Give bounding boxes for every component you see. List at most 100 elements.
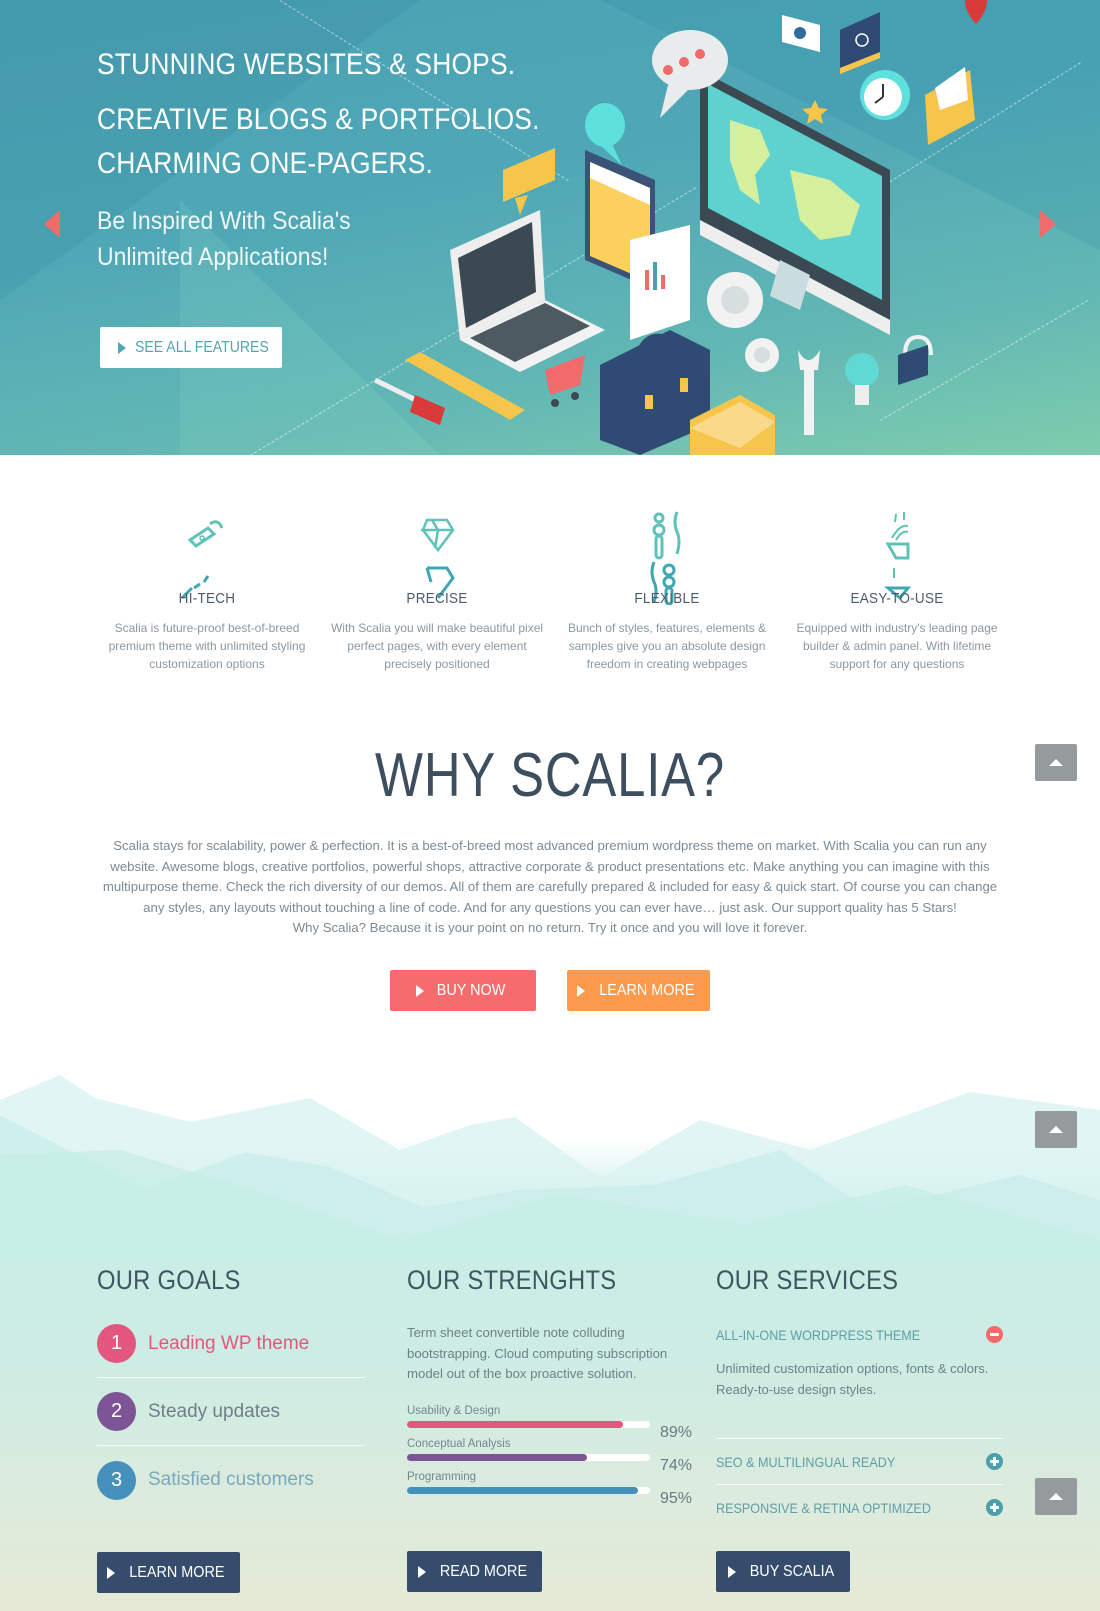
play-bubble-icon: [782, 15, 820, 52]
scroll-to-top-button[interactable]: [1035, 1111, 1077, 1148]
lightbulb-icon: [845, 353, 879, 405]
gear-icon: [707, 272, 779, 372]
feature-desc: Equipped with industry's leading page bu…: [796, 621, 998, 671]
skill-track: [407, 1453, 650, 1461]
clock-icon: [860, 70, 910, 120]
buy-now-button[interactable]: BUY NOW: [390, 970, 536, 1011]
goal-item: 2 Steady updates: [97, 1378, 365, 1446]
star-icon: [802, 100, 828, 124]
message-icon: [503, 148, 555, 215]
goal-label: Satisfied customers: [148, 1469, 314, 1490]
play-triangle-icon: [577, 984, 586, 997]
services-accordion: ALL-IN-ONE WORDPRESS THEME Unlimited cus…: [716, 1326, 1003, 1530]
feature-desc: Scalia is future-proof best-of-breed pre…: [108, 621, 306, 671]
why-text-line: any styles, any layouts without touching…: [143, 899, 957, 915]
accordion-title: SEO & MULTILINGUAL READY: [716, 1453, 896, 1470]
feature-title: EASY-TO-USE: [850, 590, 944, 607]
skill-bar: Conceptual Analysis 74%: [407, 1437, 692, 1474]
skill-fill: [407, 1453, 587, 1461]
feature-title: PRECISE: [406, 590, 468, 607]
play-triangle-icon: [416, 984, 425, 997]
buy-scalia-label: BUY SCALIA: [749, 1562, 834, 1580]
skill-name: Programming: [407, 1470, 477, 1483]
skill-fill: [407, 1486, 638, 1494]
skills-list: Usability & Design 89% Conceptual Analys…: [407, 1404, 692, 1507]
features-row: HI-TECH Scalia is future-proof best-of-b…: [92, 510, 1012, 673]
skill-name: Usability & Design: [407, 1404, 501, 1417]
skill-fill: [407, 1420, 624, 1428]
why-scalia-heading: WHY SCALIA?: [375, 741, 725, 810]
feature-easy-to-use: EASY-TO-USE Equipped with industry's lea…: [782, 510, 1012, 673]
plus-circle-icon[interactable]: [986, 1453, 1003, 1470]
laptop-icon: [450, 210, 605, 372]
our-strengths-heading: OUR STRENGHTS: [407, 1265, 617, 1295]
read-more-label: READ MORE: [439, 1562, 527, 1580]
accordion-header-all-in-one[interactable]: ALL-IN-ONE WORDPRESS THEME: [716, 1326, 1003, 1343]
read-more-button[interactable]: READ MORE: [407, 1551, 542, 1592]
skill-bar: Usability & Design 89%: [407, 1404, 692, 1441]
accordion-content-line: Ready-to-use design styles.: [716, 1381, 877, 1397]
feature-flexible: FLEXIBLE Bunch of styles, features, elem…: [552, 510, 782, 673]
our-services-heading: OUR SERVICES: [716, 1265, 899, 1295]
plus-circle-icon[interactable]: [986, 1499, 1003, 1516]
goal-number-badge: 1: [97, 1324, 136, 1363]
scroll-to-top-button[interactable]: [1035, 744, 1077, 781]
play-triangle-icon: [727, 1565, 736, 1578]
our-goals-heading: OUR GOALS: [97, 1265, 241, 1295]
accordion-title: RESPONSIVE & RETINA OPTIMIZED: [716, 1499, 931, 1516]
accordion-content: Unlimited customization options, fonts &…: [716, 1359, 1003, 1400]
strengths-description: Term sheet convertible note colluding bo…: [407, 1325, 668, 1381]
mountains-decoration: [0, 1075, 1100, 1260]
accordion-title: ALL-IN-ONE WORDPRESS THEME: [716, 1326, 921, 1343]
buy-now-label: BUY NOW: [437, 981, 506, 999]
feature-precise: PRECISE With Scalia you will make beauti…: [322, 510, 552, 673]
report-document-icon: [630, 225, 690, 340]
why-text-line: multipurpose theme. Check the rich diver…: [102, 879, 998, 894]
cart-icon: [545, 355, 585, 407]
feature-hi-tech: HI-TECH Scalia is future-proof best-of-b…: [92, 510, 322, 673]
play-triangle-icon: [118, 341, 126, 354]
why-text-line: Why Scalia? Because it is your point on …: [292, 920, 808, 935]
goals-list: 1 Leading WP theme 2 Steady updates 3 Sa…: [97, 1310, 365, 1514]
learn-more-label: LEARN MORE: [599, 981, 695, 999]
why-scalia-text: Scalia stays for scalability, power & pe…: [95, 836, 1005, 939]
buy-scalia-button[interactable]: BUY SCALIA: [716, 1551, 850, 1592]
hero-illustration: [373, 0, 987, 455]
skill-track: [407, 1420, 650, 1428]
accordion-header-seo[interactable]: SEO & MULTILINGUAL READY: [716, 1439, 1003, 1484]
play-triangle-icon: [417, 1565, 426, 1578]
feature-title: FLEXIBLE: [634, 590, 700, 607]
feature-desc: Bunch of styles, features, elements & sa…: [567, 621, 767, 671]
our-strengths-section: OUR STRENGHTS Term sheet convertible not…: [407, 1265, 692, 1507]
feature-desc: With Scalia you will make beautiful pixe…: [330, 621, 544, 671]
hero-slider: STUNNING WEBSITES & SHOPS. CREATIVE BLOG…: [0, 0, 1100, 455]
our-goals-section: OUR GOALS 1 Leading WP theme 2 Steady up…: [97, 1265, 367, 1514]
scroll-to-top-button[interactable]: [1035, 1478, 1077, 1515]
accordion-header-responsive[interactable]: RESPONSIVE & RETINA OPTIMIZED: [716, 1485, 1003, 1530]
video-player-icon: [840, 12, 880, 74]
goal-label: Steady updates: [148, 1400, 281, 1422]
goal-number-badge: 3: [97, 1460, 136, 1500]
goals-learn-more-button[interactable]: LEARN MORE: [97, 1552, 240, 1593]
goal-item: 3 Satisfied customers: [97, 1446, 365, 1514]
see-all-features-button[interactable]: SEE ALL FEATURES: [100, 327, 282, 368]
arrow-up-icon: [1049, 1126, 1063, 1133]
accordion-item-expanded: ALL-IN-ONE WORDPRESS THEME Unlimited cus…: [716, 1326, 1003, 1400]
minus-circle-icon[interactable]: [986, 1326, 1003, 1343]
goals-learn-more-label: LEARN MORE: [129, 1563, 225, 1581]
envelope-icon: [925, 67, 975, 145]
goal-label: Leading WP theme: [148, 1332, 310, 1354]
learn-more-button[interactable]: LEARN MORE: [567, 970, 710, 1011]
why-text-line: website. Awesome blogs, creative portfol…: [110, 858, 990, 874]
skill-name: Conceptual Analysis: [407, 1437, 511, 1450]
arrow-up-icon: [1049, 759, 1063, 766]
feature-title: HI-TECH: [178, 590, 236, 607]
slider-prev-button[interactable]: [44, 210, 60, 238]
padlock-icon: [898, 334, 933, 385]
goal-number-badge: 2: [97, 1392, 136, 1431]
diamond-icon: [322, 510, 552, 600]
why-text-line: Scalia stays for scalability, power & pe…: [113, 838, 987, 853]
arrow-up-icon: [1049, 1493, 1063, 1500]
microscope-icon: [92, 510, 322, 600]
see-all-features-label: SEE ALL FEATURES: [135, 338, 269, 356]
